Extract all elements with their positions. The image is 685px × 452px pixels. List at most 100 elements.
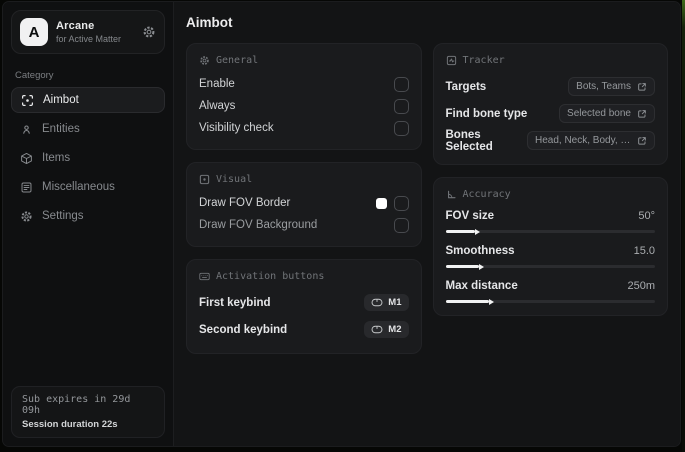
max-distance-slider[interactable] xyxy=(445,300,655,303)
left-column: General Enable Always Visibility check V… xyxy=(186,43,422,354)
accuracy-card-header: Accuracy xyxy=(446,189,656,200)
expand-select-icon xyxy=(638,136,646,145)
setting-label: Targets xyxy=(445,80,487,93)
setting-label: Always xyxy=(199,100,236,112)
page-title: Aimbot xyxy=(186,15,233,30)
app-identity: Arcane for Active Matter xyxy=(56,20,134,44)
slider-fill xyxy=(445,230,475,233)
app-name: Arcane xyxy=(56,20,95,32)
setting-row-visibility-check: Visibility check xyxy=(199,117,409,139)
expand-select-icon xyxy=(638,82,646,91)
crosshair-icon xyxy=(22,94,33,106)
sidebar-nav: Aimbot Entities Items Miscellaneous Sett… xyxy=(3,87,173,232)
person-scan-icon xyxy=(23,124,30,134)
activation-card-header: Activation buttons xyxy=(199,271,409,282)
focus-square-icon xyxy=(199,174,210,185)
category-label: Category xyxy=(15,70,54,81)
sidebar-item-entities[interactable]: Entities xyxy=(11,116,165,142)
setting-label: Bones Selected xyxy=(445,128,493,153)
card-title: Accuracy xyxy=(462,189,511,200)
session-duration-text: Session duration 22s xyxy=(22,419,118,430)
find-bone-type-select[interactable]: Selected bone xyxy=(559,104,655,123)
card-title: Visual xyxy=(216,174,253,185)
max-distance-value: 250m xyxy=(627,280,655,292)
setting-row-enable: Enable xyxy=(199,73,409,95)
app-logo: A xyxy=(20,18,48,46)
setting-row-always: Always xyxy=(199,95,409,117)
cube-icon xyxy=(21,152,32,164)
subscription-info: Sub expires in 29d 09h Session duration … xyxy=(11,386,165,438)
setting-row-smoothness: Smoothness 15.0 xyxy=(445,242,655,268)
fov-border-checkbox[interactable] xyxy=(393,195,409,211)
right-column: Tracker Targets Bots, Teams Find bone ty… xyxy=(432,43,668,354)
mouse-icon xyxy=(371,325,383,334)
visual-card-header: Visual xyxy=(199,174,409,185)
smoothness-value: 15.0 xyxy=(633,245,655,257)
setting-row-fov-border: Draw FOV Border xyxy=(199,192,409,214)
select-value: Selected bone xyxy=(567,108,631,119)
sidebar-item-miscellaneous[interactable]: Miscellaneous xyxy=(11,174,165,200)
slider-fill xyxy=(445,300,490,303)
setting-row-targets: Targets Bots, Teams xyxy=(445,73,655,100)
fov-background-checkbox[interactable] xyxy=(393,217,409,233)
app-window: A Arcane for Active Matter Category Aimb… xyxy=(2,1,681,447)
tracker-card-header: Tracker xyxy=(446,55,656,66)
list-panel-icon xyxy=(21,182,32,192)
select-value: Bots, Teams xyxy=(576,81,631,92)
keybind-value: M1 xyxy=(388,297,402,308)
activation-buttons-card: Activation buttons First keybind M1 Seco… xyxy=(186,259,422,354)
general-card-header: General xyxy=(199,55,409,66)
targets-select[interactable]: Bots, Teams xyxy=(568,77,655,96)
second-keybind-button[interactable]: M2 xyxy=(364,321,409,338)
setting-row-find-bone-type: Find bone type Selected bone xyxy=(445,100,655,127)
setting-row-second-keybind: Second keybind M2 xyxy=(199,316,409,343)
card-title: Activation buttons xyxy=(216,271,325,282)
setting-label: Enable xyxy=(199,78,235,90)
sidebar-item-aimbot[interactable]: Aimbot xyxy=(11,87,165,113)
visual-card: Visual Draw FOV Border Draw FOV Backgrou… xyxy=(186,162,422,247)
setting-label: Draw FOV Border xyxy=(199,197,291,209)
first-keybind-button[interactable]: M1 xyxy=(364,294,409,311)
sub-expiry-text: Sub expires in 29d 09h xyxy=(22,394,131,416)
gear-icon xyxy=(21,210,32,222)
always-checkbox[interactable] xyxy=(393,98,409,114)
app-tagline: for Active Matter xyxy=(56,34,122,44)
sidebar-item-items[interactable]: Items xyxy=(11,145,165,171)
main-content: Aimbot General Enable Always Visibility … xyxy=(174,2,680,446)
sidebar-item-settings[interactable]: Settings xyxy=(11,203,165,229)
sidebar-header: A Arcane for Active Matter xyxy=(11,10,165,54)
fov-size-slider[interactable] xyxy=(445,230,655,233)
setting-label: Visibility check xyxy=(199,122,274,134)
visibility-check-checkbox[interactable] xyxy=(393,120,409,136)
mouse-icon xyxy=(371,298,383,307)
sidebar-item-label: Miscellaneous xyxy=(42,181,115,193)
slider-fill xyxy=(445,265,480,268)
accuracy-card: Accuracy FOV size 50° Smoothness 15.0 Ma… xyxy=(432,177,668,316)
gear-icon xyxy=(200,56,209,65)
gear-icon[interactable] xyxy=(142,25,156,39)
keyboard-icon xyxy=(199,272,210,281)
enable-checkbox[interactable] xyxy=(393,76,409,92)
sidebar-item-label: Aimbot xyxy=(43,94,79,106)
bones-selected-select[interactable]: Head, Neck, Body, Pe.. xyxy=(527,131,655,150)
fov-border-color-swatch[interactable] xyxy=(375,197,387,209)
smoothness-slider[interactable] xyxy=(445,265,655,268)
keybind-value: M2 xyxy=(388,324,402,335)
tracker-card: Tracker Targets Bots, Teams Find bone ty… xyxy=(432,43,668,165)
general-card: General Enable Always Visibility check xyxy=(186,43,422,150)
setting-label: Second keybind xyxy=(199,323,288,336)
card-title: Tracker xyxy=(462,55,505,66)
setting-label: Max distance xyxy=(445,280,518,292)
setting-row-fov-size: FOV size 50° xyxy=(445,207,655,233)
select-value: Head, Neck, Body, Pe.. xyxy=(535,135,631,146)
sidebar: A Arcane for Active Matter Category Aimb… xyxy=(3,2,174,446)
fov-size-value: 50° xyxy=(638,210,655,222)
setting-label: FOV size xyxy=(445,210,495,222)
setting-row-fov-background: Draw FOV Background xyxy=(199,214,409,236)
setting-label: Find bone type xyxy=(445,107,528,120)
expand-select-icon xyxy=(638,109,646,118)
setting-label: Draw FOV Background xyxy=(199,219,318,231)
setting-label: Smoothness xyxy=(445,245,515,257)
setting-label: First keybind xyxy=(199,296,271,309)
card-title: General xyxy=(216,55,259,66)
